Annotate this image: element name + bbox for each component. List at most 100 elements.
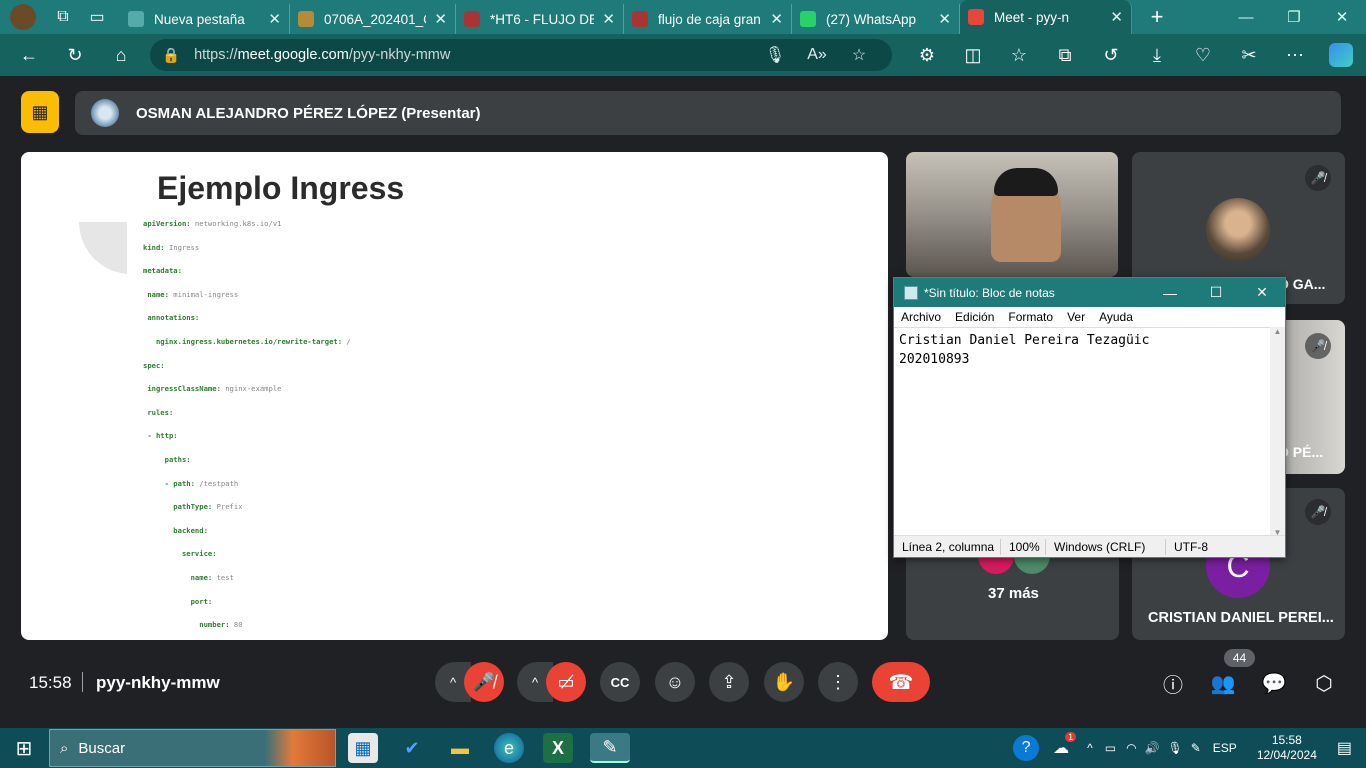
browser-tab-6[interactable]: Meet - pyy-n ✕ (960, 0, 1132, 34)
tab-label: flujo de caja gran (658, 11, 761, 27)
code-key: - path: (143, 478, 195, 488)
people-icon[interactable]: 👥 (1208, 668, 1238, 698)
file-explorer-icon[interactable]: ▬ (445, 733, 475, 763)
battery-icon[interactable]: ▭ (1105, 741, 1116, 755)
extensions-icon[interactable]: ⚙ (904, 37, 950, 73)
new-tab-button[interactable]: + (1140, 2, 1174, 32)
menu-ayuda[interactable]: Ayuda (1099, 310, 1133, 324)
notepad-text-area[interactable]: Cristian Daniel Pereira Tezagüic 2020108… (894, 327, 1277, 537)
favorites-icon[interactable]: ☆ (996, 37, 1042, 73)
read-aloud-icon[interactable]: A» (796, 46, 838, 64)
edge-icon[interactable]: e (494, 733, 524, 763)
vertical-tabs-icon[interactable]: ▭ (80, 2, 114, 32)
leave-call-button[interactable]: ☎ (872, 662, 930, 702)
raise-hand-button[interactable]: ✋ (764, 662, 804, 702)
close-tab-icon[interactable]: ✕ (770, 10, 783, 28)
status-zoom: 100% (1000, 538, 1045, 555)
menu-archivo[interactable]: Archivo (901, 310, 941, 324)
downloads-icon[interactable]: ⤓ (1134, 37, 1180, 73)
lock-icon[interactable]: 🔒 (162, 47, 180, 64)
camera-off-button[interactable]: ▭̸ (546, 662, 586, 702)
code-line: name: test (143, 573, 234, 582)
close-tab-icon[interactable]: ✕ (268, 10, 281, 28)
captions-button[interactable]: CC (600, 662, 640, 702)
code-key: paths: (143, 455, 191, 464)
excel-icon[interactable]: X (543, 733, 573, 763)
search-highlight-image (265, 730, 335, 766)
notepad-taskbar-icon[interactable]: ✎ (590, 733, 630, 763)
show-hidden-icons[interactable]: ^ (1087, 741, 1093, 755)
video-tile-speaker[interactable] (906, 152, 1118, 277)
notepad-scrollbar[interactable]: ▲ ▼ (1270, 327, 1285, 537)
code-line: kind: Ingress (143, 243, 199, 252)
address-bar[interactable]: 🔒 https://meet.google.com/pyy-nkhy-mmw 🎙… (150, 39, 892, 71)
notification-center-icon[interactable]: ▤ (1337, 738, 1352, 758)
code-key: rules: (143, 407, 174, 417)
browser-tab-4[interactable]: flujo de caja gran ✕ (624, 4, 792, 34)
minimize-button[interactable]: — (1222, 2, 1270, 32)
code-value: / (342, 337, 351, 346)
more-options-button[interactable]: ⋮ (818, 662, 858, 702)
favorite-star-icon[interactable]: ☆ (838, 45, 880, 65)
copilot-icon[interactable] (1318, 37, 1364, 73)
code-key: pathType: (143, 502, 213, 512)
close-tab-icon[interactable]: ✕ (938, 10, 951, 28)
code-value: minimal-ingress (168, 289, 239, 299)
volume-icon[interactable]: 🔊 (1145, 741, 1160, 755)
notepad-close-button[interactable]: ✕ (1239, 284, 1285, 301)
taskbar-search[interactable]: ⌕ Buscar (49, 729, 336, 767)
todo-icon[interactable]: ✔ (397, 733, 427, 763)
language-indicator[interactable]: ESP (1213, 741, 1237, 755)
activities-icon[interactable]: ⬡ (1309, 668, 1339, 698)
chat-icon[interactable]: 💬 (1259, 668, 1289, 698)
microphone-off-button[interactable]: 🎤̸ (464, 662, 504, 702)
back-button[interactable]: ← (6, 37, 52, 73)
close-tab-icon[interactable]: ✕ (602, 10, 615, 28)
presentation-toggle-icon[interactable]: ▦ (21, 91, 59, 133)
store-icon[interactable]: ▦ (348, 733, 378, 763)
close-window-button[interactable]: ✕ (1318, 2, 1366, 32)
taskbar-clock[interactable]: 15:58 12/04/2024 (1257, 733, 1317, 763)
browser-essentials-icon[interactable]: ♡ (1180, 37, 1226, 73)
menu-formato[interactable]: Formato (1008, 310, 1053, 324)
status-position: Línea 2, columna (902, 539, 995, 554)
more-menu-icon[interactable]: ⋯ (1272, 37, 1318, 73)
browser-tab-3[interactable]: *HT6 - FLUJO DE ✕ (456, 4, 624, 34)
tab-label: 0706A_202401_C (324, 11, 427, 27)
close-tab-icon[interactable]: ✕ (434, 10, 447, 28)
weather-alert-icon[interactable]: ☁ 1 (1053, 732, 1077, 758)
close-tab-icon[interactable]: ✕ (1110, 8, 1123, 26)
microphone-icon[interactable]: 🎙 (754, 45, 796, 65)
code-line: - path: /testpath (143, 478, 239, 488)
split-screen-icon[interactable]: ◫ (950, 37, 996, 73)
browser-tab-1[interactable]: Nueva pestaña ✕ (120, 4, 290, 34)
pen-icon[interactable]: ✎ (1191, 741, 1201, 755)
profile-avatar-icon[interactable] (0, 2, 46, 32)
present-screen-button[interactable]: ⇪ (709, 662, 749, 702)
microphone-tray-icon[interactable]: 🎙 (1168, 741, 1183, 755)
taskbar-date: 12/04/2024 (1256, 748, 1317, 762)
notepad-titlebar[interactable]: *Sin título: Bloc de notas — ☐ ✕ (894, 278, 1285, 307)
wifi-icon[interactable]: ◠ (1126, 741, 1136, 755)
code-line: - http: (143, 431, 177, 440)
home-button[interactable]: ⌂ (98, 37, 144, 73)
browser-toolbar: ← ↻ ⌂ 🔒 https://meet.google.com/pyy-nkhy… (0, 34, 1366, 76)
reload-button[interactable]: ↻ (52, 37, 98, 73)
collections-icon[interactable]: ⧉ (1042, 37, 1088, 73)
history-icon[interactable]: ↺ (1088, 37, 1134, 73)
notepad-window[interactable]: *Sin título: Bloc de notas — ☐ ✕ Archivo… (893, 277, 1286, 558)
menu-ver[interactable]: Ver (1067, 310, 1085, 324)
workspaces-icon[interactable]: ⧉ (46, 2, 80, 32)
notepad-minimize-button[interactable]: — (1147, 285, 1193, 301)
notepad-maximize-button[interactable]: ☐ (1193, 284, 1239, 301)
browser-tab-5[interactable]: (27) WhatsApp ✕ (792, 4, 960, 34)
emoji-reaction-button[interactable]: ☺ (655, 662, 695, 702)
screenshot-icon[interactable]: ✂ (1226, 37, 1272, 73)
restore-button[interactable]: ❐ (1270, 2, 1318, 32)
meeting-info-icon[interactable]: ⓘ (1158, 668, 1188, 698)
notepad-status-bar: Línea 2, columna 100% Windows (CRLF) UTF… (894, 535, 1285, 557)
browser-tab-2[interactable]: 0706A_202401_C ✕ (290, 4, 456, 34)
help-icon[interactable]: ? (1013, 735, 1040, 761)
menu-edicion[interactable]: Edición (955, 310, 994, 324)
start-button[interactable]: ⊞ (9, 733, 39, 763)
